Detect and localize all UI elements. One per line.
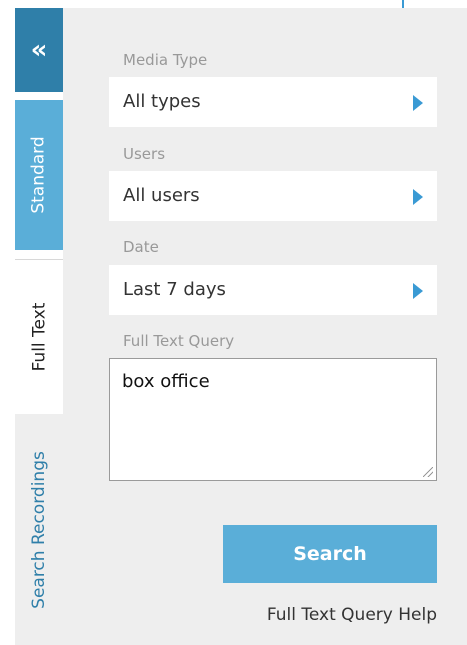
chevron-right-icon [413,283,423,299]
chevron-right-icon [413,189,423,205]
collapse-panel-button[interactable]: « [15,8,63,92]
double-chevron-left-icon: « [30,35,48,65]
search-button[interactable]: Search [223,525,437,583]
date-label: Date [123,238,159,256]
tab-standard[interactable]: Standard [15,100,63,250]
users-value: All users [123,185,200,206]
resize-grip-icon[interactable] [423,467,433,477]
full-text-query-value: box office [122,371,210,392]
media-type-select[interactable]: All types [109,77,437,127]
users-select[interactable]: All users [109,171,437,221]
side-tab-rail: « Standard Full Text Search Recordings [15,8,64,645]
tab-search-recordings[interactable]: Search Recordings [15,414,63,645]
tab-full-text-label: Full Text [29,302,50,372]
tab-search-recordings-label: Search Recordings [29,450,50,609]
tab-standard-label: Standard [29,136,49,214]
chevron-right-icon [413,95,423,111]
full-text-query-help-link[interactable]: Full Text Query Help [267,605,437,625]
date-value: Last 7 days [123,279,226,300]
date-select[interactable]: Last 7 days [109,265,437,315]
full-text-query-input[interactable]: box office [109,358,437,481]
media-type-value: All types [123,91,201,112]
tab-full-text[interactable]: Full Text [15,259,64,415]
users-label: Users [123,145,166,163]
full-text-query-label: Full Text Query [123,332,235,350]
media-type-label: Media Type [123,51,208,69]
